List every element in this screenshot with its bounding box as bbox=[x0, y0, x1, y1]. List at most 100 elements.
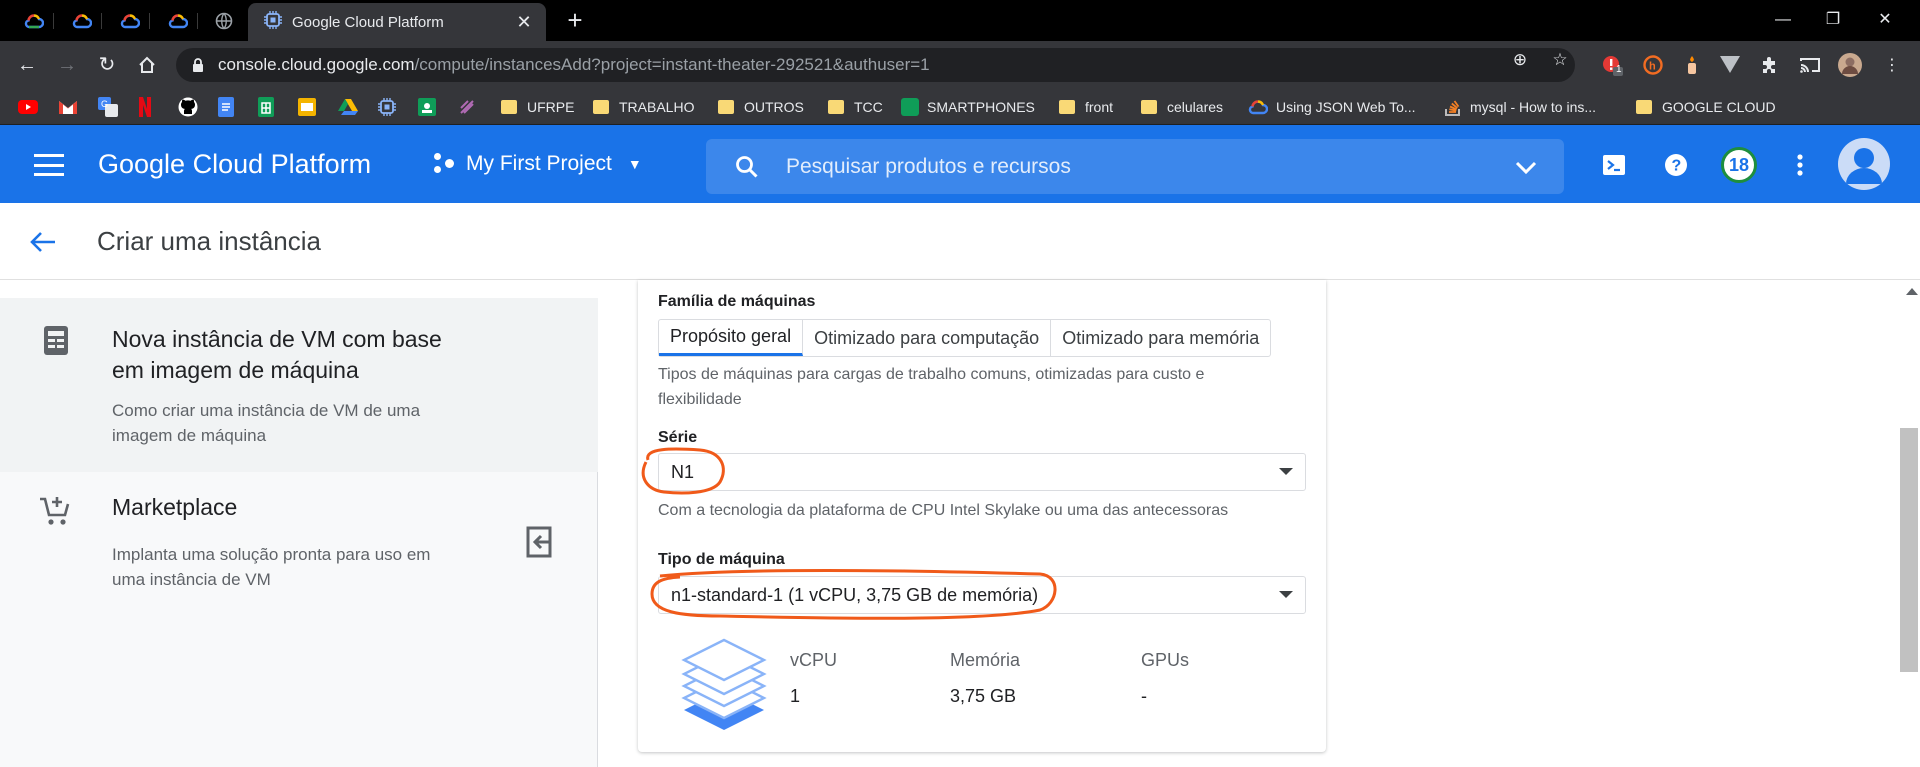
bookmark-label: Using JSON Web To... bbox=[1276, 99, 1416, 115]
folder-icon bbox=[1141, 100, 1157, 114]
open-panel-icon[interactable] bbox=[526, 526, 556, 558]
svg-text:G: G bbox=[101, 99, 108, 109]
machine-type-select[interactable]: n1-standard-1 (1 vCPU, 3,75 GB de memóri… bbox=[658, 576, 1306, 614]
profile-avatar-icon[interactable] bbox=[1838, 53, 1862, 77]
drive-bookmark-icon[interactable] bbox=[338, 97, 358, 117]
series-value: N1 bbox=[671, 462, 695, 482]
sheets-bookmark-icon[interactable] bbox=[258, 97, 274, 117]
slides-bookmark-icon[interactable] bbox=[298, 97, 316, 117]
bookmark-folder[interactable]: OUTROS bbox=[718, 97, 804, 117]
lock-icon bbox=[193, 58, 203, 72]
page-title: Criar uma instância bbox=[97, 226, 321, 256]
help-icon[interactable]: ? bbox=[1662, 151, 1690, 179]
cast-icon[interactable] bbox=[1798, 53, 1822, 77]
bookmark-link[interactable]: Using JSON Web To... bbox=[1248, 97, 1416, 117]
back-arrow-icon[interactable] bbox=[28, 227, 58, 257]
project-selector[interactable]: My First Project ▼ bbox=[434, 152, 642, 176]
docs-bookmark-icon[interactable] bbox=[218, 97, 234, 117]
account-avatar[interactable] bbox=[1838, 138, 1890, 190]
github-bookmark-icon[interactable] bbox=[178, 97, 198, 117]
project-name: My First Project bbox=[466, 152, 612, 175]
forward-icon[interactable]: → bbox=[52, 50, 82, 80]
folder-icon bbox=[1636, 100, 1652, 114]
gcloud-tab-icon[interactable] bbox=[62, 8, 102, 34]
bookmark-folder[interactable]: GOOGLE CLOUD bbox=[1636, 97, 1776, 117]
chip-bookmark-icon[interactable] bbox=[378, 97, 396, 117]
close-window-icon[interactable]: ✕ bbox=[1862, 6, 1908, 34]
youtube-bookmark-icon[interactable] bbox=[18, 97, 38, 117]
scroll-up-arrow-icon[interactable] bbox=[1906, 288, 1918, 295]
search-input[interactable]: Pesquisar produtos e recursos bbox=[786, 155, 1512, 179]
memory-value: 3,75 GB bbox=[950, 686, 1017, 706]
bookmark-folder[interactable]: front bbox=[1059, 97, 1113, 117]
netflix-bookmark-icon[interactable] bbox=[138, 97, 152, 117]
extension-red-icon[interactable]: 1 bbox=[1600, 53, 1624, 77]
new-tab-button[interactable]: + bbox=[560, 6, 590, 36]
memory-label: Memória bbox=[950, 650, 1021, 670]
tab-compute-optimized[interactable]: Otimizado para computação bbox=[803, 320, 1052, 356]
tab-memory-optimized[interactable]: Otimizado para memória bbox=[1051, 320, 1270, 356]
zoom-icon[interactable]: ⊕ bbox=[1510, 50, 1530, 70]
machine-configuration-card: Família de máquinas Propósito geral Otim… bbox=[638, 280, 1326, 752]
bookmark-label: TCC bbox=[854, 99, 883, 115]
cloud-shell-icon[interactable] bbox=[1600, 151, 1628, 179]
folder-icon bbox=[1059, 100, 1075, 114]
candle-extension-icon[interactable] bbox=[1680, 53, 1704, 77]
classroom-bookmark-icon[interactable] bbox=[418, 97, 436, 117]
back-icon[interactable]: ← bbox=[12, 50, 42, 80]
sheets-icon bbox=[901, 98, 919, 116]
series-help: Com a tecnologia da plataforma de CPU In… bbox=[658, 502, 1229, 519]
machine-type-value: n1-standard-1 (1 vCPU, 3,75 GB de memóri… bbox=[671, 585, 1039, 605]
gcloud-tab-icon[interactable] bbox=[14, 8, 54, 34]
address-bar[interactable]: console.cloud.google.com/compute/instanc… bbox=[176, 48, 1575, 82]
scroll-thumb[interactable] bbox=[1900, 428, 1918, 672]
series-label: Série bbox=[658, 429, 698, 446]
vm-from-machine-image-option[interactable]: Nova instância de VM com base em imagem … bbox=[0, 298, 598, 472]
product-title[interactable]: Google Cloud Platform bbox=[98, 149, 371, 180]
gcloud-icon bbox=[1248, 100, 1268, 115]
notifications-badge[interactable]: 18 bbox=[1721, 147, 1757, 183]
minimize-icon[interactable]: — bbox=[1760, 6, 1806, 34]
tab-general-purpose[interactable]: Propósito geral bbox=[659, 320, 804, 356]
bookmark-sheets[interactable]: SMARTPHONES bbox=[901, 97, 1035, 117]
extensions-puzzle-icon[interactable] bbox=[1758, 53, 1782, 77]
vue-devtools-icon[interactable] bbox=[1718, 53, 1742, 77]
bookmark-label: SMARTPHONES bbox=[927, 99, 1035, 115]
machine-type-label: Tipo de máquina bbox=[658, 551, 785, 568]
search-box[interactable]: Pesquisar produtos e recursos bbox=[706, 139, 1564, 194]
bookmark-folder[interactable]: TCC bbox=[828, 97, 883, 117]
search-icon bbox=[736, 155, 758, 178]
home-icon[interactable] bbox=[132, 50, 162, 80]
translate-bookmark-icon[interactable]: G bbox=[98, 97, 118, 117]
page-header: Criar uma instância bbox=[0, 203, 1920, 280]
marketplace-option[interactable]: Marketplace Implanta uma solução pronta … bbox=[0, 472, 598, 632]
restore-icon[interactable]: ❐ bbox=[1810, 6, 1856, 34]
browser-menu-icon[interactable]: ⋮ bbox=[1880, 53, 1904, 77]
gcloud-tab-icon[interactable] bbox=[158, 8, 198, 34]
active-tab[interactable]: Google Cloud Platform ✕ bbox=[248, 3, 546, 41]
series-select[interactable]: N1 bbox=[658, 453, 1306, 491]
honey-extension-icon[interactable]: h bbox=[1641, 53, 1665, 77]
svg-text:h: h bbox=[1649, 61, 1656, 73]
more-vert-icon[interactable] bbox=[1786, 151, 1814, 179]
figma-like-bookmark-icon[interactable] bbox=[458, 97, 476, 117]
cart-icon bbox=[40, 497, 70, 525]
gcloud-tab-icon[interactable] bbox=[110, 8, 150, 34]
bookmark-folder[interactable]: celulares bbox=[1141, 97, 1223, 117]
bookmark-folder[interactable]: UFRPE bbox=[501, 97, 574, 117]
machine-family-label: Família de máquinas bbox=[658, 293, 816, 310]
menu-icon[interactable] bbox=[34, 154, 64, 176]
folder-icon bbox=[501, 100, 517, 114]
chevron-down-icon[interactable] bbox=[1512, 153, 1540, 181]
bookmark-link[interactable]: mysql - How to ins... bbox=[1444, 97, 1596, 117]
close-tab-icon[interactable]: ✕ bbox=[512, 12, 536, 33]
globe-tab-icon[interactable] bbox=[204, 8, 244, 34]
reload-icon[interactable]: ↻ bbox=[92, 50, 122, 80]
marketplace-desc-line2: uma instância de VM bbox=[112, 570, 271, 589]
bookmark-folder[interactable]: TRABALHO bbox=[593, 97, 694, 117]
bookmark-label: OUTROS bbox=[744, 99, 804, 115]
bookmark-star-icon[interactable]: ☆ bbox=[1550, 50, 1570, 70]
gmail-bookmark-icon[interactable] bbox=[58, 97, 78, 117]
vm-option-desc-line2: imagem de máquina bbox=[112, 426, 267, 445]
browser-toolbar: ← → ↻ console.cloud.google.com/compute/i… bbox=[0, 41, 1920, 89]
